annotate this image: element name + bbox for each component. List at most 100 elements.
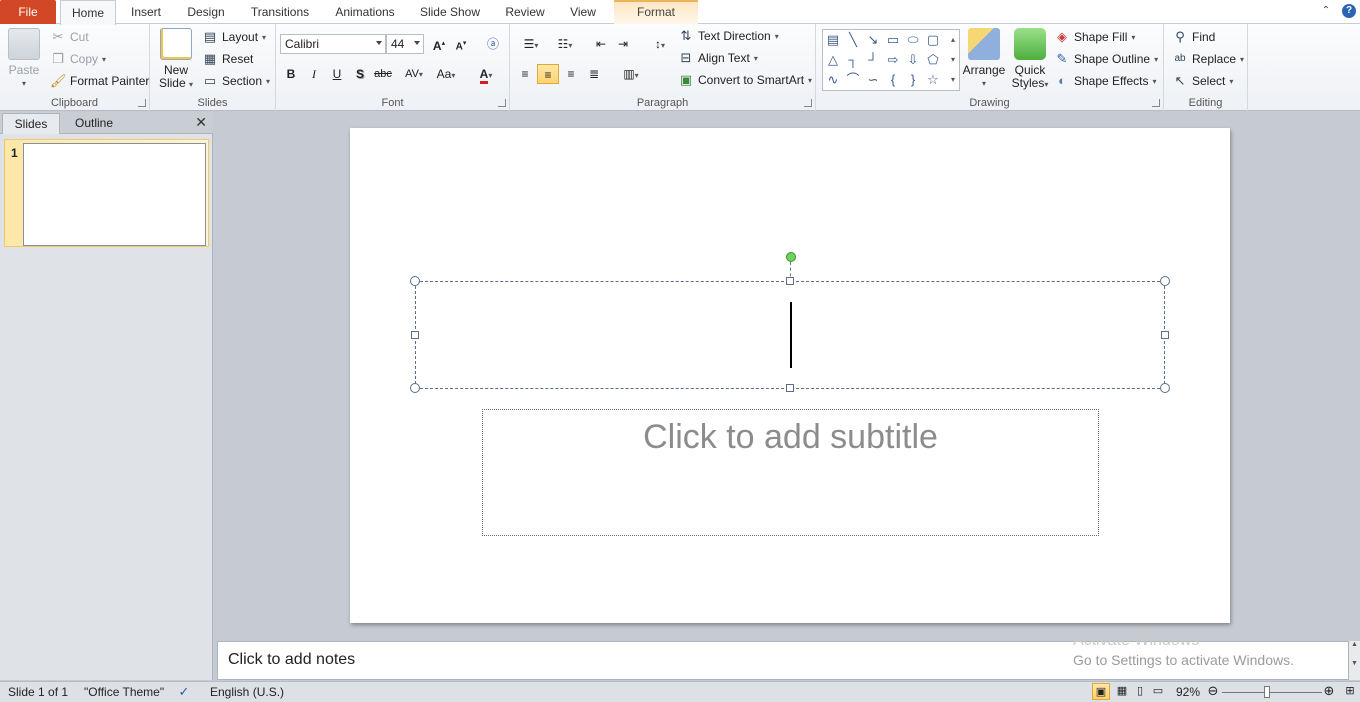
layout-button[interactable]: ▤ Layout ▾ [202, 29, 266, 45]
shape-effects-button[interactable]: ◐ Shape Effects ▾ [1054, 73, 1156, 89]
tab-transitions[interactable]: Transitions [244, 0, 316, 24]
star-shape-icon[interactable]: ☆ [925, 72, 941, 88]
slide-thumbnail[interactable] [23, 143, 206, 246]
pentagon-shape-icon[interactable]: ⬠ [925, 52, 941, 68]
convert-smartart-button[interactable]: ▣ Convert to SmartArt ▾ [678, 72, 812, 88]
change-case-button[interactable]: Aa▾ [432, 64, 460, 84]
zoom-slider-thumb[interactable] [1264, 686, 1270, 698]
textbox-shape-icon[interactable]: ▤ [825, 32, 841, 48]
find-button[interactable]: ⚲ Find [1172, 29, 1215, 45]
font-name-combo[interactable]: Calibri [280, 34, 386, 54]
curve-shape-icon[interactable]: ∽ [865, 72, 881, 88]
close-pane-icon[interactable]: ✕ [195, 114, 207, 131]
resize-handle-bottom-right[interactable] [1160, 383, 1170, 393]
resize-handle-top-right[interactable] [1160, 276, 1170, 286]
new-slide-button[interactable]: New Slide ▾ [156, 28, 196, 91]
fit-to-window-icon[interactable]: ⊞ [1342, 683, 1358, 699]
align-right-icon[interactable]: ≡ [560, 64, 582, 84]
quick-styles-button[interactable]: Quick Styles▾ [1008, 28, 1052, 91]
tab-file[interactable]: File [0, 0, 56, 24]
language[interactable]: English (U.S.) [210, 685, 284, 699]
font-launcher-icon[interactable] [498, 99, 506, 107]
resize-handle-bottom[interactable] [786, 384, 794, 392]
text-direction-button[interactable]: ⇅ Text Direction ▾ [678, 28, 779, 44]
left-brace-shape-icon[interactable]: { [885, 72, 901, 88]
text-shadow-button[interactable]: S [349, 64, 371, 84]
tab-animations[interactable]: Animations [328, 0, 402, 24]
elbow-arrow-shape-icon[interactable]: ┘ [865, 52, 881, 68]
rounded-rect-shape-icon[interactable]: ▢ [925, 32, 941, 48]
decrease-indent-icon[interactable]: ⇤ [590, 34, 612, 54]
zoom-slider-track[interactable] [1222, 692, 1322, 693]
paragraph-launcher-icon[interactable] [804, 99, 812, 107]
arrow-line-shape-icon[interactable]: ↘ [865, 32, 881, 48]
resize-handle-right[interactable] [1161, 331, 1169, 339]
title-placeholder[interactable] [415, 281, 1165, 389]
increase-indent-icon[interactable]: ⇥ [612, 34, 634, 54]
arrange-button[interactable]: Arrange ▾ [962, 28, 1006, 90]
section-button[interactable]: ▭ Section ▾ [202, 73, 270, 89]
pane-tab-slides[interactable]: Slides [2, 113, 60, 134]
notes-scrollbar[interactable]: ▲ ▼ [1349, 641, 1360, 680]
spell-check-icon[interactable]: ✓ [176, 684, 192, 700]
numbering-icon[interactable]: ☷▾ [550, 34, 580, 54]
replace-button[interactable]: ab Replace ▾ [1172, 51, 1244, 67]
tab-home[interactable]: Home [60, 0, 116, 25]
shape-outline-button[interactable]: ✎ Shape Outline ▾ [1054, 51, 1159, 67]
resize-handle-top[interactable] [786, 277, 794, 285]
strikethrough-button[interactable]: abc [372, 64, 394, 84]
character-spacing-button[interactable]: AV▾ [400, 64, 428, 84]
underline-button[interactable]: U [326, 64, 348, 84]
down-arrow-shape-icon[interactable]: ⇩ [905, 52, 921, 68]
right-brace-shape-icon[interactable]: } [905, 72, 921, 88]
tab-slide-show[interactable]: Slide Show [414, 0, 486, 24]
font-size-combo[interactable]: 44 [386, 34, 424, 54]
notes-pane[interactable]: Click to add notes Activate Windows Go t… [217, 632, 1349, 680]
grow-font-icon[interactable]: A▴ [428, 34, 450, 54]
columns-icon[interactable]: ▥▾ [616, 64, 646, 84]
shapes-gallery[interactable]: ▤ ╲ ↘ ▭ ⬭ ▢ △ ┐ ┘ ⇨ ⇩ ⬠ ∿ ⌒ ∽ { } ☆ ▴ ▾ … [822, 29, 960, 91]
shrink-font-icon[interactable]: A▾ [450, 34, 472, 54]
cut-button[interactable]: ✂ Cut [50, 29, 89, 45]
minimize-ribbon-icon[interactable]: ⌃ [1318, 3, 1334, 19]
resize-handle-left[interactable] [411, 331, 419, 339]
slide-thumbnail-row[interactable]: 1 [4, 139, 209, 247]
slide[interactable]: Click to add subtitle [350, 128, 1230, 623]
zoom-level[interactable]: 92% [1176, 685, 1200, 699]
gallery-up-icon[interactable]: ▴ [945, 32, 961, 48]
scroll-up-icon[interactable]: ▲ [1349, 641, 1360, 648]
oval-shape-icon[interactable]: ⬭ [905, 32, 921, 48]
resize-handle-top-left[interactable] [410, 276, 420, 286]
arc-shape-icon[interactable]: ⌒ [845, 72, 861, 88]
line-spacing-icon[interactable]: ↕▾ [646, 34, 674, 54]
bold-button[interactable]: B [280, 64, 302, 84]
clipboard-launcher-icon[interactable] [138, 99, 146, 107]
zoom-in-icon[interactable]: ⊕ [1321, 683, 1337, 699]
slide-show-view-icon[interactable]: ▭ [1150, 683, 1166, 699]
help-icon[interactable]: ? [1342, 4, 1356, 18]
scroll-down-icon[interactable]: ▼ [1349, 660, 1360, 667]
align-center-icon[interactable]: ≡ [537, 64, 559, 84]
tab-format[interactable]: Format [614, 0, 698, 24]
clear-formatting-icon[interactable]: ⓐ [482, 34, 504, 54]
right-arrow-shape-icon[interactable]: ⇨ [885, 52, 901, 68]
reset-button[interactable]: ▦ Reset [202, 51, 254, 67]
pane-tab-outline[interactable]: Outline [62, 113, 126, 134]
tab-review[interactable]: Review [500, 0, 550, 24]
subtitle-placeholder[interactable]: Click to add subtitle [482, 409, 1099, 536]
drawing-launcher-icon[interactable] [1152, 99, 1160, 107]
elbow-connector-shape-icon[interactable]: ┐ [845, 52, 861, 68]
tab-insert[interactable]: Insert [124, 0, 168, 24]
resize-handle-bottom-left[interactable] [410, 383, 420, 393]
tab-view[interactable]: View [562, 0, 604, 24]
reading-view-icon[interactable]: ▯ [1132, 683, 1148, 699]
theme-name[interactable]: "Office Theme" [84, 685, 164, 699]
line-shape-icon[interactable]: ╲ [845, 32, 861, 48]
bullets-icon[interactable]: ☰▾ [516, 34, 546, 54]
align-text-button[interactable]: ⊟ Align Text ▾ [678, 50, 758, 66]
slide-sorter-view-icon[interactable]: ▦ [1114, 683, 1130, 699]
freeform-shape-icon[interactable]: ∿ [825, 72, 841, 88]
normal-view-icon[interactable]: ▣ [1092, 683, 1110, 700]
gallery-more-icon[interactable]: ▾ [945, 72, 961, 88]
rectangle-shape-icon[interactable]: ▭ [885, 32, 901, 48]
